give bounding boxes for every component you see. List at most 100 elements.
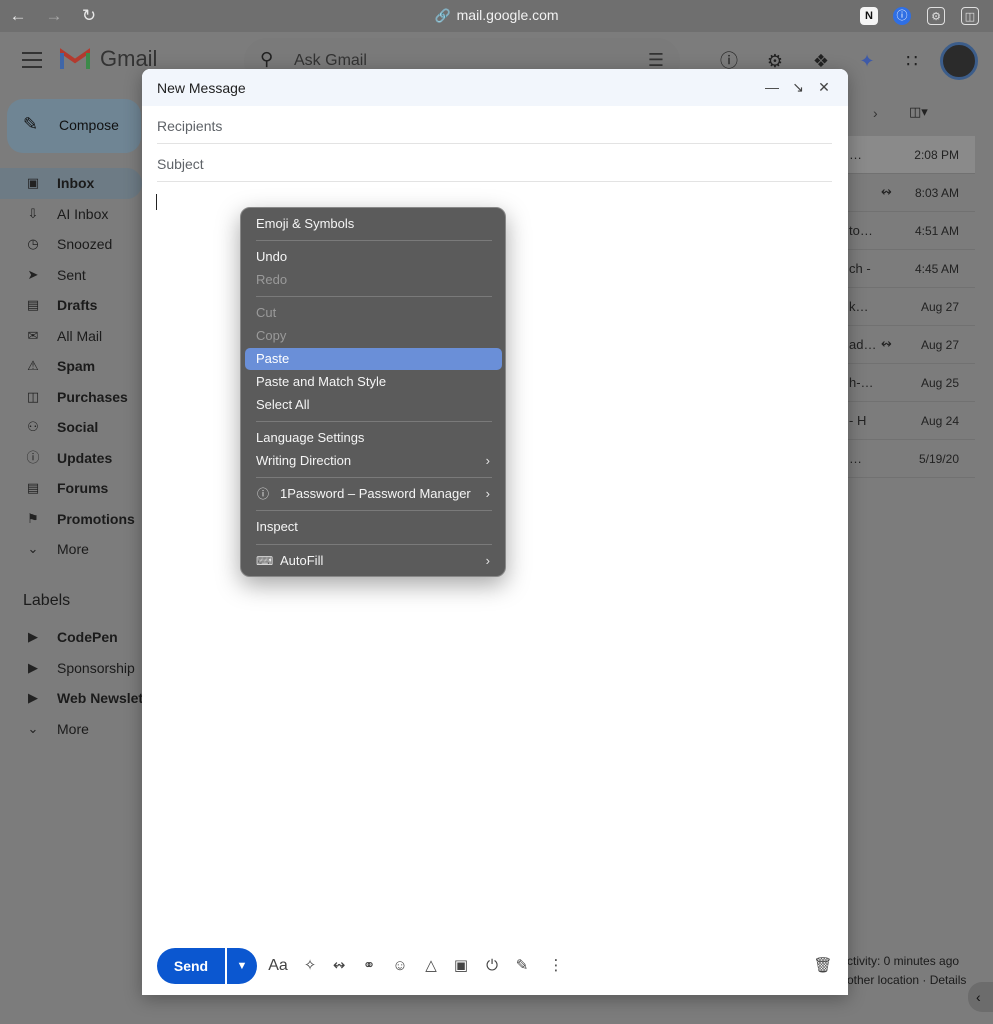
table-row[interactable]: k… Aug 27 [847, 288, 975, 326]
account-avatar[interactable] [940, 42, 978, 80]
label-item-codepen[interactable]: ▶ CodePen [0, 622, 142, 653]
table-row[interactable]: … 5/19/20 [847, 440, 975, 478]
address-bar[interactable]: 🔗 mail.google.com [0, 7, 993, 24]
exit-fullscreen-icon[interactable]: ↘ [788, 77, 808, 97]
sidebar-item-promotions[interactable]: ⚑ Promotions [0, 504, 142, 535]
table-row[interactable]: … 2:08 PM [847, 136, 975, 174]
label-item-web-newsletters[interactable]: ▶ Web Newslet [0, 683, 143, 714]
browser-toolbar: ← → ↻ 🔗 mail.google.com N ⓘ ⚙ ◫ [0, 0, 993, 32]
sidebar-item-sent[interactable]: ➤ Sent [0, 260, 142, 291]
menu-item-undo[interactable]: Undo [245, 246, 502, 268]
forum-icon: ▤ [26, 480, 40, 496]
minimize-icon[interactable]: — [762, 77, 782, 97]
account-activity-footer: ctivity: 0 minutes ago other location · … [847, 952, 966, 990]
sidebar-item-drafts[interactable]: ▤ Drafts [0, 290, 142, 321]
sidebar-toggle-icon[interactable]: ◫ [961, 7, 979, 25]
row-snippet: h-… [849, 375, 874, 390]
menu-item-select-all[interactable]: Select All [245, 394, 502, 416]
menu-item-language-settings[interactable]: Language Settings [245, 427, 502, 449]
submenu-chevron-icon: › [485, 486, 490, 501]
text-cursor [156, 194, 157, 210]
table-row[interactable]: - H Aug 24 [847, 402, 975, 440]
compose-button[interactable]: ✎ Compose [7, 99, 141, 153]
menu-item-paste[interactable]: Paste [245, 348, 502, 370]
row-date: 4:45 AM [914, 262, 959, 276]
sidebar-item-updates[interactable]: ⓘ Updates [0, 443, 142, 474]
menu-separator [256, 421, 492, 422]
autofill-icon: ⌨ [256, 554, 274, 568]
menu-item-1password[interactable]: ⓘ 1Password – Password Manager › [245, 483, 502, 505]
sidebar-item-ai-inbox[interactable]: ⇩ AI Inbox [0, 199, 142, 230]
apps-grid-icon[interactable]: ∷ [901, 50, 923, 72]
table-row[interactable]: ↭ 8:03 AM [847, 174, 975, 212]
table-row[interactable]: to… 4:51 AM [847, 212, 975, 250]
row-snippet: - H [849, 413, 867, 428]
list-toolbar: › ◫▾ [847, 92, 977, 136]
onepassword-extension-icon[interactable]: ⓘ [893, 7, 911, 25]
sidebar-item-label: All Mail [57, 327, 103, 344]
sidebar-item-more[interactable]: ⌄ More [0, 534, 142, 565]
insert-photo-icon[interactable]: ▣ [450, 955, 472, 977]
sidebar-item-inbox[interactable]: ▣ Inbox [0, 168, 142, 199]
more-options-icon[interactable]: ⋮ [545, 955, 567, 977]
sidebar-item-spam[interactable]: ⚠ Spam [0, 351, 142, 382]
split-pane-icon[interactable]: ◫▾ [909, 104, 928, 120]
chevron-down-icon: ⌄ [27, 541, 39, 557]
insert-emoji-icon[interactable]: ☺ [389, 955, 411, 977]
side-panel-toggle-icon[interactable]: ‹ [968, 982, 993, 1012]
menu-separator [256, 477, 492, 478]
menu-item-paste-match-style[interactable]: Paste and Match Style [245, 371, 502, 393]
menu-item-emoji-symbols[interactable]: Emoji & Symbols [245, 213, 502, 235]
label-item-sponsorship[interactable]: ▶ Sponsorship [0, 653, 142, 684]
table-row[interactable]: ad… ↭ Aug 27 [847, 326, 975, 364]
inbox-icon: ▣ [26, 175, 40, 191]
formatting-options-icon[interactable]: Aa [267, 955, 289, 977]
menu-item-inspect[interactable]: Inspect [245, 516, 502, 538]
table-row[interactable]: ch - 4:45 AM [847, 250, 975, 288]
subject-field[interactable]: Subject [157, 144, 832, 182]
menu-separator [256, 510, 492, 511]
insert-signature-icon[interactable]: ✎ [511, 955, 533, 977]
menu-separator [256, 544, 492, 545]
compose-header[interactable]: New Message — ↘ ✕ [142, 69, 848, 106]
attach-file-icon[interactable]: ↭ [328, 955, 350, 977]
next-page-icon[interactable]: › [873, 105, 878, 121]
confidential-mode-icon[interactable]: ⏻ [481, 955, 503, 977]
recipients-placeholder: Recipients [157, 118, 223, 134]
insert-link-icon[interactable]: ⚭ [358, 955, 380, 977]
label-item-label: CodePen [57, 629, 118, 646]
sidebar-item-forums[interactable]: ▤ Forums [0, 473, 142, 504]
discard-draft-trash-icon[interactable]: 🗑 [812, 955, 834, 977]
close-icon[interactable]: ✕ [814, 77, 834, 97]
sidebar-item-social[interactable]: ⚇ Social [0, 412, 142, 443]
label-tag-icon: ▶ [28, 690, 38, 706]
menu-item-autofill[interactable]: ⌨ AutoFill › [245, 550, 502, 572]
attachment-icon: ↭ [881, 336, 892, 351]
sidebar-item-label: Drafts [57, 297, 98, 314]
details-link[interactable]: other location · Details [847, 971, 966, 990]
google-drive-icon[interactable]: △ [420, 955, 442, 977]
sidebar-item-label: Purchases [57, 388, 128, 405]
menu-item-redo: Redo [256, 272, 288, 287]
help-me-write-icon[interactable]: ✧ [299, 955, 321, 977]
sidebar-item-label: Inbox [57, 175, 95, 192]
search-options-icon[interactable]: ☰ [648, 50, 664, 71]
label-item-more[interactable]: ⌄ More [0, 714, 142, 745]
send-options-chevron-icon[interactable]: ▼ [227, 948, 257, 984]
main-menu-icon[interactable] [22, 52, 42, 68]
extensions-icon[interactable]: ⚙ [927, 7, 945, 25]
gemini-sparkle-icon[interactable]: ✦ [856, 50, 878, 72]
menu-item-writing-direction[interactable]: Writing Direction › [245, 450, 502, 472]
sidebar-item-label: Snoozed [57, 236, 113, 253]
sidebar-item-all-mail[interactable]: ✉ All Mail [0, 321, 142, 352]
notion-extension-icon[interactable]: N [860, 7, 878, 25]
send-button[interactable]: Send [157, 948, 225, 984]
sidebar-item-purchases[interactable]: ◫ Purchases [0, 382, 142, 413]
row-date: Aug 27 [920, 300, 959, 314]
sidebar-item-snoozed[interactable]: ◷ Snoozed [0, 229, 142, 260]
row-date: 5/19/20 [918, 452, 959, 466]
search-input[interactable]: Ask Gmail [294, 52, 367, 70]
table-row[interactable]: h-… Aug 25 [847, 364, 975, 402]
gmail-logo[interactable]: Gmail [60, 46, 157, 72]
recipients-field[interactable]: Recipients [157, 106, 832, 144]
